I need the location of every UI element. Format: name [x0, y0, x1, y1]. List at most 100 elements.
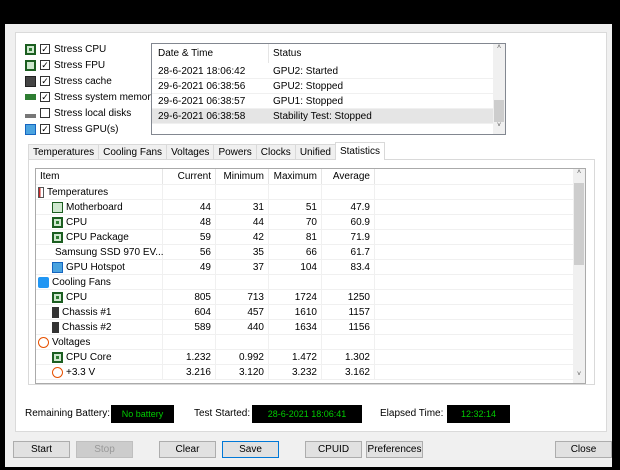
- scroll-down-icon[interactable]: ˅: [493, 122, 505, 134]
- tab-temperatures[interactable]: Temperatures: [28, 144, 100, 160]
- log-row[interactable]: 29-6-2021 06:38:56 GPU2: Stopped: [152, 79, 494, 94]
- current-value: [163, 184, 216, 200]
- stress-option[interactable]: ✓ Stress GPU(s): [25, 122, 118, 136]
- log-row[interactable]: 29-6-2021 06:38:57 GPU1: Stopped: [152, 94, 494, 109]
- col-current[interactable]: Current: [163, 169, 216, 184]
- table-row[interactable]: CPU 805 713 1724 1250: [36, 289, 585, 305]
- stress-checkbox[interactable]: ✓: [40, 76, 50, 86]
- item-name: Samsung SSD 970 EV...: [55, 246, 164, 258]
- average-value: 71.9: [322, 229, 375, 245]
- start-button[interactable]: Start: [13, 441, 70, 458]
- log-datetime: 28-6-2021 18:06:42: [158, 65, 246, 77]
- minimum-value: 0.992: [216, 349, 269, 365]
- average-value: 83.4: [322, 259, 375, 275]
- stress-checkbox[interactable]: [40, 108, 50, 118]
- col-maximum[interactable]: Maximum: [269, 169, 322, 184]
- item-name: Chassis #1: [62, 306, 112, 318]
- group-row[interactable]: Voltages: [36, 334, 585, 350]
- cpuid-button[interactable]: CPUID: [305, 441, 362, 458]
- stress-option[interactable]: Stress local disks: [25, 106, 131, 120]
- log-header-datetime[interactable]: Date & Time: [152, 44, 269, 63]
- average-value: 3.162: [322, 364, 375, 380]
- stop-button[interactable]: Stop: [76, 441, 133, 458]
- maximum-value: 1724: [269, 289, 322, 305]
- main-panel: ✓ Stress CPU ✓ Stress FPU ✓ Stress cache…: [15, 32, 607, 432]
- average-value: 47.9: [322, 199, 375, 215]
- stress-option[interactable]: ✓ Stress cache: [25, 74, 112, 88]
- table-row[interactable]: GPU Hotspot 49 37 104 83.4: [36, 259, 585, 275]
- current-value: [163, 274, 216, 290]
- stress-checkbox[interactable]: ✓: [40, 92, 50, 102]
- minimum-value: 44: [216, 214, 269, 230]
- table-row[interactable]: +3.3 V 3.216 3.120 3.232 3.162: [36, 364, 585, 380]
- table-row[interactable]: CPU 48 44 70 60.9: [36, 214, 585, 230]
- cpu-icon: [52, 216, 63, 228]
- tab-bar: Temperatures Cooling Fans Voltages Powers Cl…: [28, 142, 385, 160]
- stress-option-label: Stress FPU: [54, 59, 106, 71]
- tab-cooling-fans[interactable]: Cooling Fans: [98, 144, 168, 160]
- col-minimum[interactable]: Minimum: [216, 169, 269, 184]
- group-row[interactable]: Cooling Fans: [36, 274, 585, 290]
- fpu-icon: [25, 59, 36, 71]
- maximum-value: 1634: [269, 319, 322, 335]
- tab-voltages[interactable]: Voltages: [166, 144, 215, 160]
- average-value: 61.7: [322, 244, 375, 260]
- maximum-value: [269, 184, 322, 200]
- statistics-panel: Item Current Minimum Maximum Average Tem…: [28, 159, 595, 385]
- current-value: [163, 334, 216, 350]
- table-row[interactable]: CPU Package 59 42 81 71.9: [36, 229, 585, 245]
- stress-option[interactable]: ✓ Stress FPU: [25, 58, 105, 72]
- col-item[interactable]: Item: [36, 169, 163, 184]
- minimum-value: 440: [216, 319, 269, 335]
- table-row[interactable]: Motherboard 44 31 51 47.9: [36, 199, 585, 215]
- tab-powers[interactable]: Powers: [213, 144, 257, 160]
- scroll-up-icon[interactable]: ˄: [493, 44, 505, 56]
- stats-scroll-thumb[interactable]: [574, 183, 584, 265]
- log-status: GPU2: Stopped: [273, 80, 344, 92]
- cpu-icon: [52, 351, 63, 363]
- average-value: 1250: [322, 289, 375, 305]
- log-header-status[interactable]: Status: [269, 48, 301, 59]
- maximum-value: 70: [269, 214, 322, 230]
- table-row[interactable]: Chassis #1 604 457 1610 1157: [36, 304, 585, 320]
- average-value: [322, 274, 375, 290]
- average-value: 60.9: [322, 214, 375, 230]
- log-row[interactable]: 29-6-2021 06:38:58 Stability Test: Stopp…: [152, 109, 494, 124]
- close-button[interactable]: Close: [555, 441, 612, 458]
- maximum-value: 1.472: [269, 349, 322, 365]
- group-row[interactable]: Temperatures: [36, 184, 585, 200]
- log-row[interactable]: 28-6-2021 18:06:42 GPU2: Started: [152, 64, 494, 79]
- average-value: [322, 334, 375, 350]
- current-value: 59: [163, 229, 216, 245]
- table-header: Item Current Minimum Maximum Average: [36, 169, 585, 185]
- stress-option[interactable]: ✓ Stress CPU: [25, 42, 106, 56]
- stress-option[interactable]: ✓ Stress system memory: [25, 90, 156, 104]
- tab-statistics[interactable]: Statistics: [334, 142, 385, 160]
- minimum-value: 457: [216, 304, 269, 320]
- table-row[interactable]: Chassis #2 589 440 1634 1156: [36, 319, 585, 335]
- tab-clocks[interactable]: Clocks: [255, 144, 296, 160]
- event-log[interactable]: Date & Time Status 28-6-2021 18:06:42 GP…: [151, 43, 506, 135]
- save-button[interactable]: Save: [222, 441, 279, 458]
- log-scrollbar[interactable]: ˄ ˅: [493, 44, 505, 134]
- clear-button[interactable]: Clear: [159, 441, 216, 458]
- item-name: +3.3 V: [66, 366, 96, 378]
- stress-checkbox[interactable]: ✓: [40, 60, 50, 70]
- stress-checkbox[interactable]: ✓: [40, 124, 50, 134]
- log-scroll-thumb[interactable]: [494, 100, 504, 122]
- preferences-button[interactable]: Preferences: [366, 441, 423, 458]
- scroll-up-icon[interactable]: ˄: [573, 169, 585, 181]
- scroll-down-icon[interactable]: ˅: [573, 371, 585, 383]
- log-status: GPU2: Started: [273, 65, 339, 77]
- stats-scrollbar[interactable]: ˄ ˅: [573, 169, 585, 383]
- table-row[interactable]: CPU Core 1.232 0.992 1.472 1.302: [36, 349, 585, 365]
- stress-checkbox[interactable]: ✓: [40, 44, 50, 54]
- table-row[interactable]: Samsung SSD 970 EV... 56 35 66 61.7: [36, 244, 585, 260]
- current-value: 3.216: [163, 364, 216, 380]
- disk-icon: [25, 113, 36, 118]
- stress-option-label: Stress CPU: [54, 43, 107, 55]
- tab-unified[interactable]: Unified: [294, 144, 336, 160]
- maximum-value: [269, 274, 322, 290]
- col-average[interactable]: Average: [322, 169, 375, 184]
- maximum-value: 51: [269, 199, 322, 215]
